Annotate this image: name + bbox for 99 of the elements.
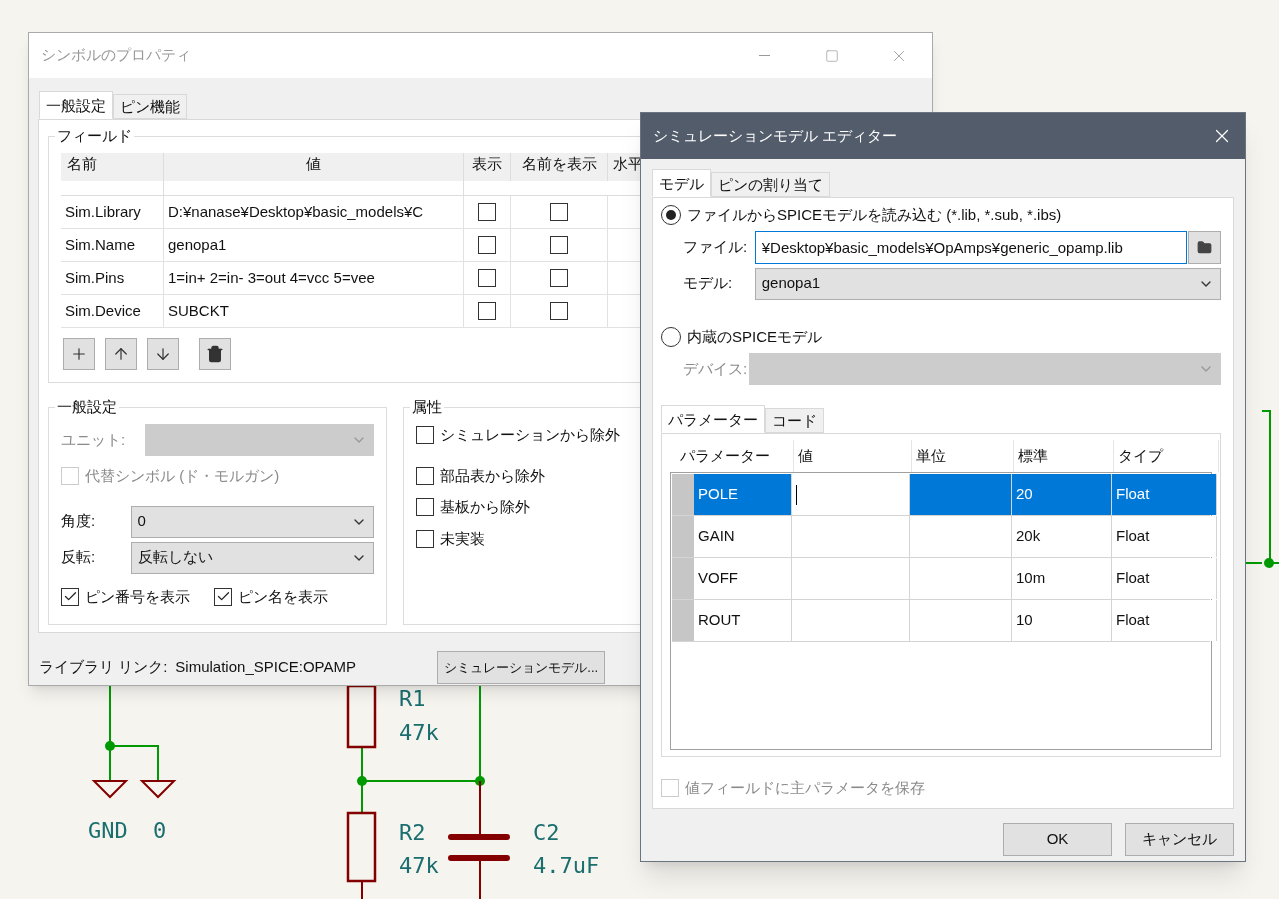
checkbox[interactable] xyxy=(61,587,79,606)
radio-button[interactable] xyxy=(661,205,681,226)
part-reference: R2 xyxy=(399,820,426,845)
checkbox[interactable] xyxy=(416,498,434,517)
column-header: 単位 xyxy=(912,440,1014,472)
table-cell: Float xyxy=(1112,474,1217,515)
checkbox[interactable] xyxy=(416,466,434,485)
checkbox[interactable] xyxy=(416,426,434,445)
field-label: 角度: xyxy=(61,511,97,532)
part-value: 47k xyxy=(399,720,439,745)
dropdown[interactable]: genopa1 xyxy=(754,267,1221,300)
junction-dot xyxy=(475,776,485,786)
field-label: モデル: xyxy=(683,273,734,294)
junction-dot xyxy=(357,776,367,786)
column-header: パラメーター xyxy=(676,440,794,472)
file-path-field[interactable]: ¥Desktop¥basic_models¥OpAmps¥generic_opamp.lib xyxy=(754,230,1188,264)
checkbox-label: 代替シンボル (ド・モルガン) xyxy=(85,466,280,486)
table-cell: Sim.Pins xyxy=(61,262,164,294)
parameter-row[interactable]: GAIN 20k Float xyxy=(672,516,1210,558)
window-title: シミュレーションモデル エディター xyxy=(653,125,898,146)
window-title: シンボルのプロパティ xyxy=(41,45,191,66)
dropdown[interactable]: 反転しない xyxy=(130,541,374,574)
checkbox[interactable] xyxy=(478,203,496,221)
move-down-button[interactable] xyxy=(147,338,179,370)
table-cell: POLE xyxy=(694,474,792,515)
checkbox[interactable] xyxy=(478,236,496,254)
cancel-button[interactable]: キャンセル xyxy=(1125,823,1234,856)
simulation-model-button[interactable]: シミュレーションモデル... xyxy=(437,651,606,684)
checkbox-label: ピン名を表示 xyxy=(238,586,328,607)
checkbox[interactable] xyxy=(550,236,568,254)
tab[interactable]: ピンの割り当て xyxy=(711,172,830,197)
plus-icon xyxy=(70,345,88,363)
text-cursor xyxy=(796,484,797,505)
dropdown[interactable]: 0 xyxy=(130,505,374,538)
part-value: 47k xyxy=(399,853,439,878)
column-header: 値 xyxy=(164,153,464,181)
checkbox[interactable] xyxy=(214,587,232,606)
browse-button[interactable] xyxy=(1188,230,1221,264)
trash-icon xyxy=(206,345,224,363)
library-link-label: ライブラリ リンク: xyxy=(39,657,168,678)
part-value: 4.7uF xyxy=(533,853,600,878)
table-cell: Sim.Library xyxy=(61,196,164,228)
checkbox-label: 未実装 xyxy=(440,528,485,549)
table-cell: 20 xyxy=(1012,474,1112,515)
move-up-button[interactable] xyxy=(105,338,137,370)
part-reference: R1 xyxy=(399,686,426,711)
column-header: タイプ xyxy=(1114,440,1219,472)
parameter-row[interactable]: ROUT 10 Float xyxy=(672,600,1210,642)
power-label: 0 xyxy=(153,818,167,843)
folder-icon xyxy=(1197,239,1213,255)
column-header: 値 xyxy=(794,440,912,472)
radio-label: 内蔵のSPICEモデル xyxy=(687,326,822,347)
checkbox-label: ピン番号を表示 xyxy=(85,586,190,607)
delete-button[interactable] xyxy=(199,338,231,370)
parameter-row[interactable]: POLE 20 Float xyxy=(672,474,1210,516)
table-cell: Sim.Device xyxy=(61,295,164,327)
table-cell: 1=in+ 2=in- 3=out 4=vcc 5=vee xyxy=(164,262,464,294)
column-header: 名前 xyxy=(61,153,164,181)
checkbox-label: 値フィールドに主パラメータを保存 xyxy=(685,778,925,798)
ground-symbol xyxy=(139,780,177,799)
ground-symbol xyxy=(91,780,129,799)
junction-dot xyxy=(105,741,115,751)
checkbox[interactable] xyxy=(478,269,496,287)
power-label: GND xyxy=(88,818,128,843)
parameter-row[interactable]: VOFF 10m Float xyxy=(672,558,1210,600)
tab[interactable]: モデル xyxy=(652,169,711,197)
checkbox[interactable] xyxy=(550,203,568,221)
tab[interactable]: パラメーター xyxy=(661,405,765,433)
field-label: ユニット: xyxy=(61,429,127,450)
column-header: 標準 xyxy=(1014,440,1114,472)
table-cell: SUBCKT xyxy=(164,295,464,327)
arrow-down-icon xyxy=(154,345,172,363)
tab[interactable]: コード xyxy=(765,408,824,433)
table-cell: D:¥nanase¥Desktop¥basic_models¥C xyxy=(164,196,464,228)
tab[interactable]: ピン機能 xyxy=(113,94,187,119)
field-label: デバイス: xyxy=(683,358,749,379)
checkbox[interactable] xyxy=(478,302,496,320)
junction-dot xyxy=(1264,558,1274,568)
part-reference: C2 xyxy=(533,820,560,845)
table-cell: genopa1 xyxy=(164,229,464,261)
checkbox[interactable] xyxy=(550,269,568,287)
radio-label: ファイルからSPICEモデルを読み込む (*.lib, *.sub, *.ibs) xyxy=(687,205,1062,225)
column-header: 名前を表示 xyxy=(511,153,608,181)
minimize-icon xyxy=(759,55,770,56)
table-cell: Sim.Name xyxy=(61,229,164,261)
tab[interactable]: 一般設定 xyxy=(39,91,113,119)
resistor-symbol xyxy=(346,684,377,749)
field-label: 反転: xyxy=(61,547,97,568)
checkbox-label: 基板から除外 xyxy=(440,497,530,517)
maximize-icon xyxy=(824,48,839,63)
add-button[interactable] xyxy=(63,338,95,370)
checkbox[interactable] xyxy=(550,302,568,320)
ok-button[interactable]: OK xyxy=(1003,823,1112,856)
checkbox[interactable] xyxy=(416,529,434,548)
library-link-value: Simulation_SPICE:OPAMP xyxy=(175,657,357,678)
field-label: ファイル: xyxy=(683,236,749,257)
column-header: 表示 xyxy=(464,153,511,181)
checkbox-label: 部品表から除外 xyxy=(440,465,545,486)
checkbox-label: シミュレーションから除外 xyxy=(440,425,620,445)
